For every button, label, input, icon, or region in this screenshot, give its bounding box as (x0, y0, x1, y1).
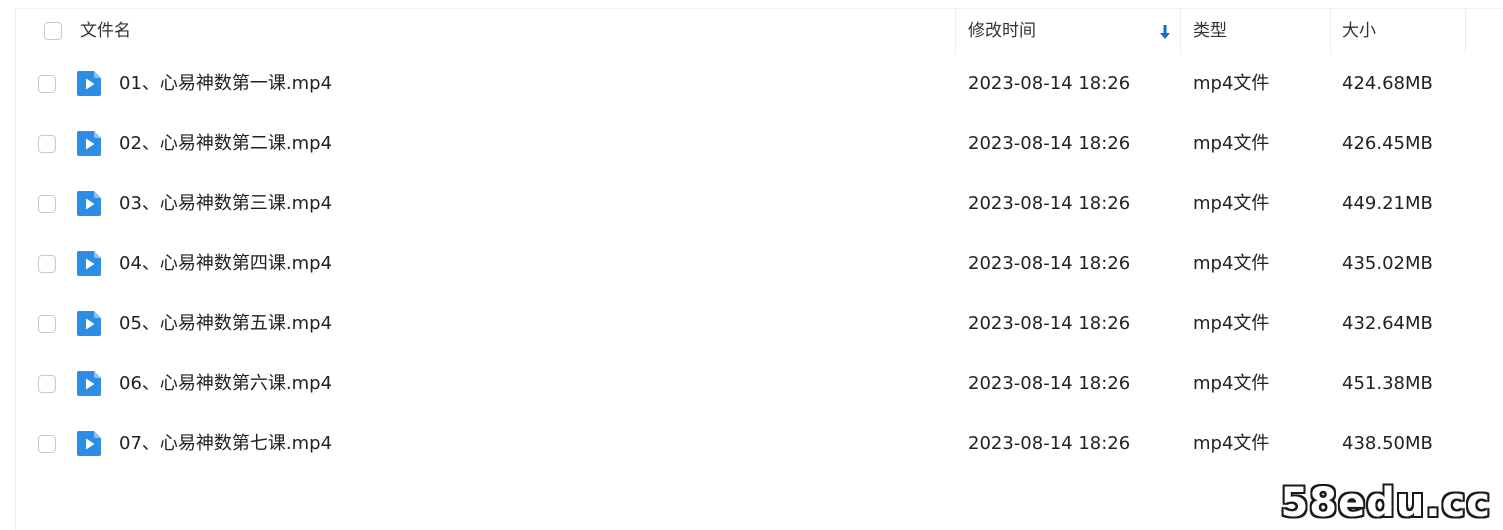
column-divider[interactable] (1465, 9, 1466, 54)
file-size: 449.21MB (1342, 193, 1433, 214)
column-header-size-label: 大小 (1342, 21, 1376, 41)
list-header: 文件名 修改时间 类型 大小 (16, 9, 1503, 54)
file-modified-time: 2023-08-14 18:26 (968, 133, 1131, 154)
file-type: mp4文件 (1193, 253, 1270, 274)
file-size: 438.50MB (1342, 433, 1433, 454)
table-row[interactable]: 03、心易神数第三课.mp4 2023-08-14 18:26 mp4文件 44… (16, 174, 1503, 234)
row-checkbox[interactable] (38, 375, 56, 393)
column-header-name[interactable]: 文件名 (80, 9, 955, 54)
column-divider[interactable] (1330, 9, 1331, 54)
file-modified-time: 2023-08-14 18:26 (968, 193, 1131, 214)
video-file-icon (77, 71, 101, 96)
row-checkbox[interactable] (38, 75, 56, 93)
video-file-icon (77, 311, 101, 336)
file-name-link[interactable]: 02、心易神数第二课.mp4 (119, 114, 332, 174)
select-all-checkbox[interactable] (44, 22, 62, 40)
column-header-type[interactable]: 类型 (1193, 9, 1329, 54)
table-row[interactable]: 01、心易神数第一课.mp4 2023-08-14 18:26 mp4文件 42… (16, 54, 1503, 114)
row-checkbox[interactable] (38, 435, 56, 453)
file-type: mp4文件 (1193, 433, 1270, 454)
row-checkbox[interactable] (38, 255, 56, 273)
file-name-link[interactable]: 04、心易神数第四课.mp4 (119, 234, 332, 294)
row-checkbox[interactable] (38, 195, 56, 213)
table-row[interactable]: 06、心易神数第六课.mp4 2023-08-14 18:26 mp4文件 45… (16, 354, 1503, 414)
file-type: mp4文件 (1193, 73, 1270, 94)
column-header-size[interactable]: 大小 (1342, 9, 1464, 54)
table-row[interactable]: 02、心易神数第二课.mp4 2023-08-14 18:26 mp4文件 42… (16, 114, 1503, 174)
column-header-type-label: 类型 (1193, 21, 1227, 41)
row-checkbox[interactable] (38, 315, 56, 333)
file-rows: 01、心易神数第一课.mp4 2023-08-14 18:26 mp4文件 42… (16, 54, 1503, 474)
file-size: 432.64MB (1342, 313, 1433, 334)
file-name-link[interactable]: 06、心易神数第六课.mp4 (119, 354, 332, 414)
row-checkbox[interactable] (38, 135, 56, 153)
video-file-icon (77, 251, 101, 276)
file-modified-time: 2023-08-14 18:26 (968, 433, 1131, 454)
file-modified-time: 2023-08-14 18:26 (968, 73, 1131, 94)
video-file-icon (77, 131, 101, 156)
file-size: 424.68MB (1342, 73, 1433, 94)
table-row[interactable]: 07、心易神数第七课.mp4 2023-08-14 18:26 mp4文件 43… (16, 414, 1503, 474)
file-modified-time: 2023-08-14 18:26 (968, 253, 1131, 274)
video-file-icon (77, 431, 101, 456)
file-name-link[interactable]: 01、心易神数第一课.mp4 (119, 54, 332, 114)
column-divider[interactable] (955, 9, 956, 54)
column-header-modified[interactable]: 修改时间 (968, 9, 1180, 54)
file-size: 451.38MB (1342, 373, 1433, 394)
table-row[interactable]: 04、心易神数第四课.mp4 2023-08-14 18:26 mp4文件 43… (16, 234, 1503, 294)
file-size: 426.45MB (1342, 133, 1433, 154)
file-name-link[interactable]: 05、心易神数第五课.mp4 (119, 294, 332, 354)
table-row[interactable]: 05、心易神数第五课.mp4 2023-08-14 18:26 mp4文件 43… (16, 294, 1503, 354)
file-type: mp4文件 (1193, 133, 1270, 154)
column-header-name-label: 文件名 (80, 21, 131, 41)
file-size: 435.02MB (1342, 253, 1433, 274)
file-name-link[interactable]: 07、心易神数第七课.mp4 (119, 414, 332, 474)
file-name-link[interactable]: 03、心易神数第三课.mp4 (119, 174, 332, 234)
file-type: mp4文件 (1193, 193, 1270, 214)
file-modified-time: 2023-08-14 18:26 (968, 313, 1131, 334)
column-header-modified-label: 修改时间 (968, 21, 1036, 41)
video-file-icon (77, 191, 101, 216)
file-list-page: 文件名 修改时间 类型 大小 01、心易神数第一课.mp4 2023-08-14… (0, 0, 1503, 530)
sort-descending-icon[interactable] (1159, 23, 1171, 41)
site-watermark: 58edu.cc (1280, 480, 1491, 526)
video-file-icon (77, 371, 101, 396)
file-modified-time: 2023-08-14 18:26 (968, 373, 1131, 394)
file-type: mp4文件 (1193, 373, 1270, 394)
file-type: mp4文件 (1193, 313, 1270, 334)
column-divider[interactable] (1180, 9, 1181, 54)
